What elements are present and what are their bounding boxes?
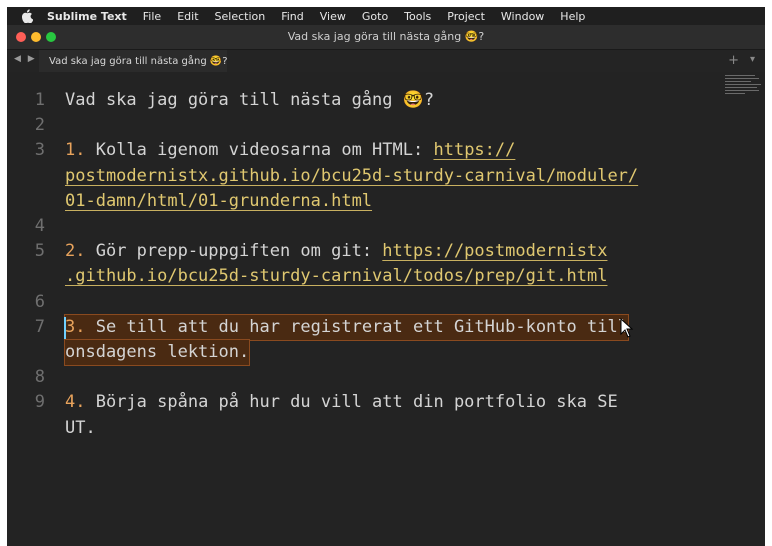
code-editor[interactable]: 1 Vad ska jag göra till nästa gång 🤓? 2 3 1.… — [7, 73, 765, 546]
editor-line[interactable]: 9 4. Börja spåna på hur du vill att din p… — [7, 390, 765, 415]
editor-line[interactable]: 4 — [7, 214, 765, 239]
text-span: Kolla igenom videosarna om HTML: — [85, 140, 434, 161]
selected-text: onsdagens lektion. — [63, 339, 251, 366]
url-link[interactable]: 01-damn/html/01-grunderna.html — [65, 191, 372, 211]
line-text: 1. Kolla igenom videosarna om HTML: http… — [65, 138, 515, 163]
line-number: 6 — [34, 291, 45, 312]
selected-text: 3. Se till att du har registrerat ett Gi… — [64, 313, 629, 341]
url-link[interactable]: https://postmodernistx — [382, 241, 607, 261]
text-span: UT. — [65, 417, 96, 438]
line-number: 9 — [34, 392, 45, 413]
apple-icon[interactable] — [21, 9, 35, 23]
text-span: Vad ska jag göra till nästa gång 🤓? — [65, 90, 435, 110]
editor-line[interactable]: 8 — [7, 365, 765, 390]
text-span: Se till att du har registrerat ett GitHu… — [85, 316, 628, 337]
menu-project[interactable]: Project — [447, 10, 485, 23]
line-text: 01-damn/html/01-grunderna.html — [65, 189, 372, 214]
line-text: .github.io/bcu25d-sturdy-carnival/todos/… — [65, 264, 607, 289]
list-number: 4. — [65, 392, 86, 413]
line-number: 8 — [34, 367, 45, 388]
list-number: 2. — [65, 241, 86, 262]
tab-label: Vad ska jag göra till nästa gång 🤓? — [49, 55, 228, 67]
mouse-pointer-icon — [620, 318, 634, 338]
editor-line[interactable]: postmodernistx.github.io/bcu25d-sturdy-c… — [7, 164, 765, 189]
new-tab-icon[interactable]: + — [728, 53, 739, 68]
editor-line[interactable]: onsdagens lektion. — [7, 339, 765, 366]
text-span: Börja spåna på hur du vill att din portf… — [85, 392, 618, 413]
line-text: UT. — [65, 416, 96, 441]
macos-menu-bar: Sublime Text File Edit Selection Find Vi… — [7, 7, 765, 25]
editor-line[interactable]: 6 — [7, 290, 765, 315]
tab-nav-arrows-icon[interactable]: ◀ ▶ — [14, 54, 37, 64]
editor-line[interactable]: 7 3. Se till att du har registrerat ett G… — [7, 313, 765, 341]
editor-window: Vad ska jag göra till nästa gång 🤓? ◀ ▶ … — [7, 25, 765, 546]
line-number: 2 — [34, 115, 45, 136]
line-number: 5 — [34, 241, 45, 262]
tab-bar: ◀ ▶ Vad ska jag göra till nästa gång 🤓? … — [7, 50, 765, 72]
menu-find[interactable]: Find — [281, 10, 304, 23]
editor-line[interactable]: .github.io/bcu25d-sturdy-carnival/todos/… — [7, 264, 765, 289]
menu-selection[interactable]: Selection — [215, 10, 266, 23]
menu-app-name[interactable]: Sublime Text — [47, 10, 127, 23]
list-number: 3. — [65, 316, 86, 337]
line-number: 4 — [34, 216, 45, 236]
line-text: Vad ska jag göra till nästa gång 🤓? — [65, 88, 434, 113]
tab-overflow-icon[interactable]: ▾ — [750, 54, 755, 65]
menu-tools[interactable]: Tools — [404, 10, 431, 23]
line-number: 3 — [34, 140, 45, 161]
line-number: 1 — [34, 90, 45, 110]
url-link[interactable]: https:// — [433, 140, 515, 160]
text-caret — [64, 316, 66, 339]
tab-active-file[interactable]: Vad ska jag göra till nästa gång 🤓? — [39, 50, 228, 72]
minimap[interactable] — [725, 73, 765, 133]
menu-help[interactable]: Help — [560, 10, 585, 23]
editor-line[interactable]: 01-damn/html/01-grunderna.html — [7, 189, 765, 214]
editor-line[interactable]: 5 2. Gör prepp-uppgiften om git: https://… — [7, 239, 765, 264]
menu-window[interactable]: Window — [501, 10, 544, 23]
menu-goto[interactable]: Goto — [362, 10, 388, 23]
list-number: 1. — [65, 140, 86, 161]
text-span: onsdagens lektion. — [65, 342, 250, 362]
window-titlebar[interactable]: Vad ska jag göra till nästa gång 🤓? — [7, 25, 765, 50]
line-number: 7 — [34, 316, 45, 337]
editor-line[interactable]: 1 Vad ska jag göra till nästa gång 🤓? — [7, 88, 765, 113]
line-text: 4. Börja spåna på hur du vill att din po… — [65, 390, 618, 415]
editor-line[interactable]: 2 — [7, 113, 765, 138]
url-link[interactable]: postmodernistx.github.io/bcu25d-sturdy-c… — [65, 166, 638, 186]
window-title: Vad ska jag göra till nästa gång 🤓? — [287, 30, 485, 43]
editor-line[interactable]: UT. — [7, 416, 765, 441]
url-link[interactable]: .github.io/bcu25d-sturdy-carnival/todos/… — [65, 266, 607, 286]
menu-edit[interactable]: Edit — [177, 10, 198, 23]
text-span: Gör prepp-uppgiften om git: — [85, 241, 383, 262]
line-text: postmodernistx.github.io/bcu25d-sturdy-c… — [65, 164, 638, 189]
editor-line[interactable]: 3 1. Kolla igenom videosarna om HTML: htt… — [7, 138, 765, 163]
menu-view[interactable]: View — [320, 10, 346, 23]
line-text: 2. Gör prepp-uppgiften om git: https://p… — [65, 239, 607, 264]
menu-file[interactable]: File — [143, 10, 161, 23]
